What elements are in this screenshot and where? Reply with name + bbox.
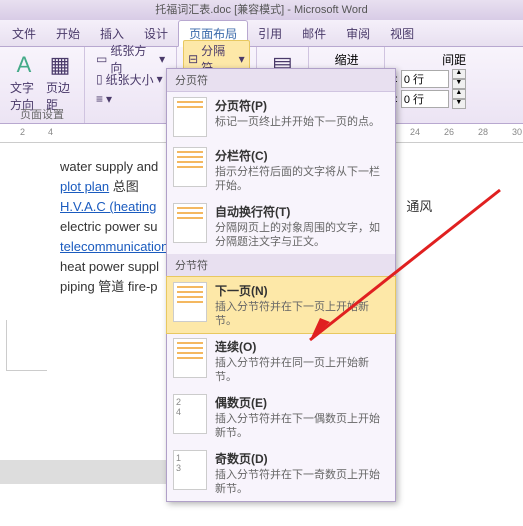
wrap-icon [173,203,207,243]
columns-button[interactable]: ≡▾ [91,90,117,108]
columns-icon: ≡ [96,92,103,106]
text: 总图 [109,179,139,194]
menu-column-break[interactable]: 分栏符(C)指示分栏符后面的文字将从下一栏开始。 [167,142,395,198]
page-break-icon [173,97,207,137]
link[interactable]: telecommunication [60,239,168,254]
paper-size-button[interactable]: ▯纸张大小▾ [91,69,168,90]
tab-view[interactable]: 视图 [380,21,424,46]
menu-odd-page[interactable]: 13 奇数页(D)插入分节符并在下一奇数页上开始新节。 [167,445,395,501]
spin-down[interactable]: ▼ [452,99,466,109]
next-page-icon [173,282,207,322]
breaks-menu: 分页符 分页符(P)标记一页终止并开始下一页的点。 分栏符(C)指示分栏符后面的… [166,68,396,502]
odd-page-icon: 13 [173,450,207,490]
menu-text-wrap[interactable]: 自动换行符(T)分隔网页上的对象周围的文字，如分隔题注文字与正文。 [167,198,395,254]
tab-file[interactable]: 文件 [2,21,46,46]
link[interactable]: plot plan [60,179,109,194]
size-icon: ▯ [96,72,103,86]
text-direction-icon: A [10,51,38,79]
menu-header-page: 分页符 [167,69,395,92]
menu-page-break[interactable]: 分页符(P)标记一页终止并开始下一页的点。 [167,92,395,142]
column-break-icon [173,147,207,187]
window-title: 托福词汇表.doc [兼容模式] - Microsoft Word [0,0,523,20]
tab-references[interactable]: 引用 [248,21,292,46]
menu-next-page[interactable]: 下一页(N)插入分节符并在下一页上开始新节。 [166,276,396,334]
spin-up[interactable]: ▲ [452,69,466,79]
tab-home[interactable]: 开始 [46,21,90,46]
menu-header-section: 分节符 [167,254,395,277]
continuous-icon [173,338,207,378]
spacing-before-input[interactable] [401,70,449,88]
ribbon-tabs: 文件 开始 插入 设计 页面布局 引用 邮件 审阅 视图 [0,20,523,47]
spin-down[interactable]: ▼ [452,79,466,89]
menu-even-page[interactable]: 24 偶数页(E)插入分节符并在下一偶数页上开始新节。 [167,389,395,445]
indent-label: 缩进 [335,51,359,68]
tab-mailings[interactable]: 邮件 [292,21,336,46]
text: 通风 [406,199,432,214]
link[interactable]: H.V.A.C (heating [60,199,156,214]
breaks-icon: ⊟ [188,52,198,66]
menu-continuous[interactable]: 连续(O)插入分节符并在同一页上开始新节。 [167,333,395,389]
tab-review[interactable]: 审阅 [336,21,380,46]
even-page-icon: 24 [173,394,207,434]
page-gap [0,460,166,484]
group-page-setup: 页面设置 [0,106,84,122]
spin-up[interactable]: ▲ [452,89,466,99]
orientation-icon: ▭ [96,52,107,66]
page-corner [6,320,47,371]
spacing-after-input[interactable] [401,90,449,108]
margins-icon: ▦ [46,51,74,79]
spacing-label: 间距 [442,51,466,68]
